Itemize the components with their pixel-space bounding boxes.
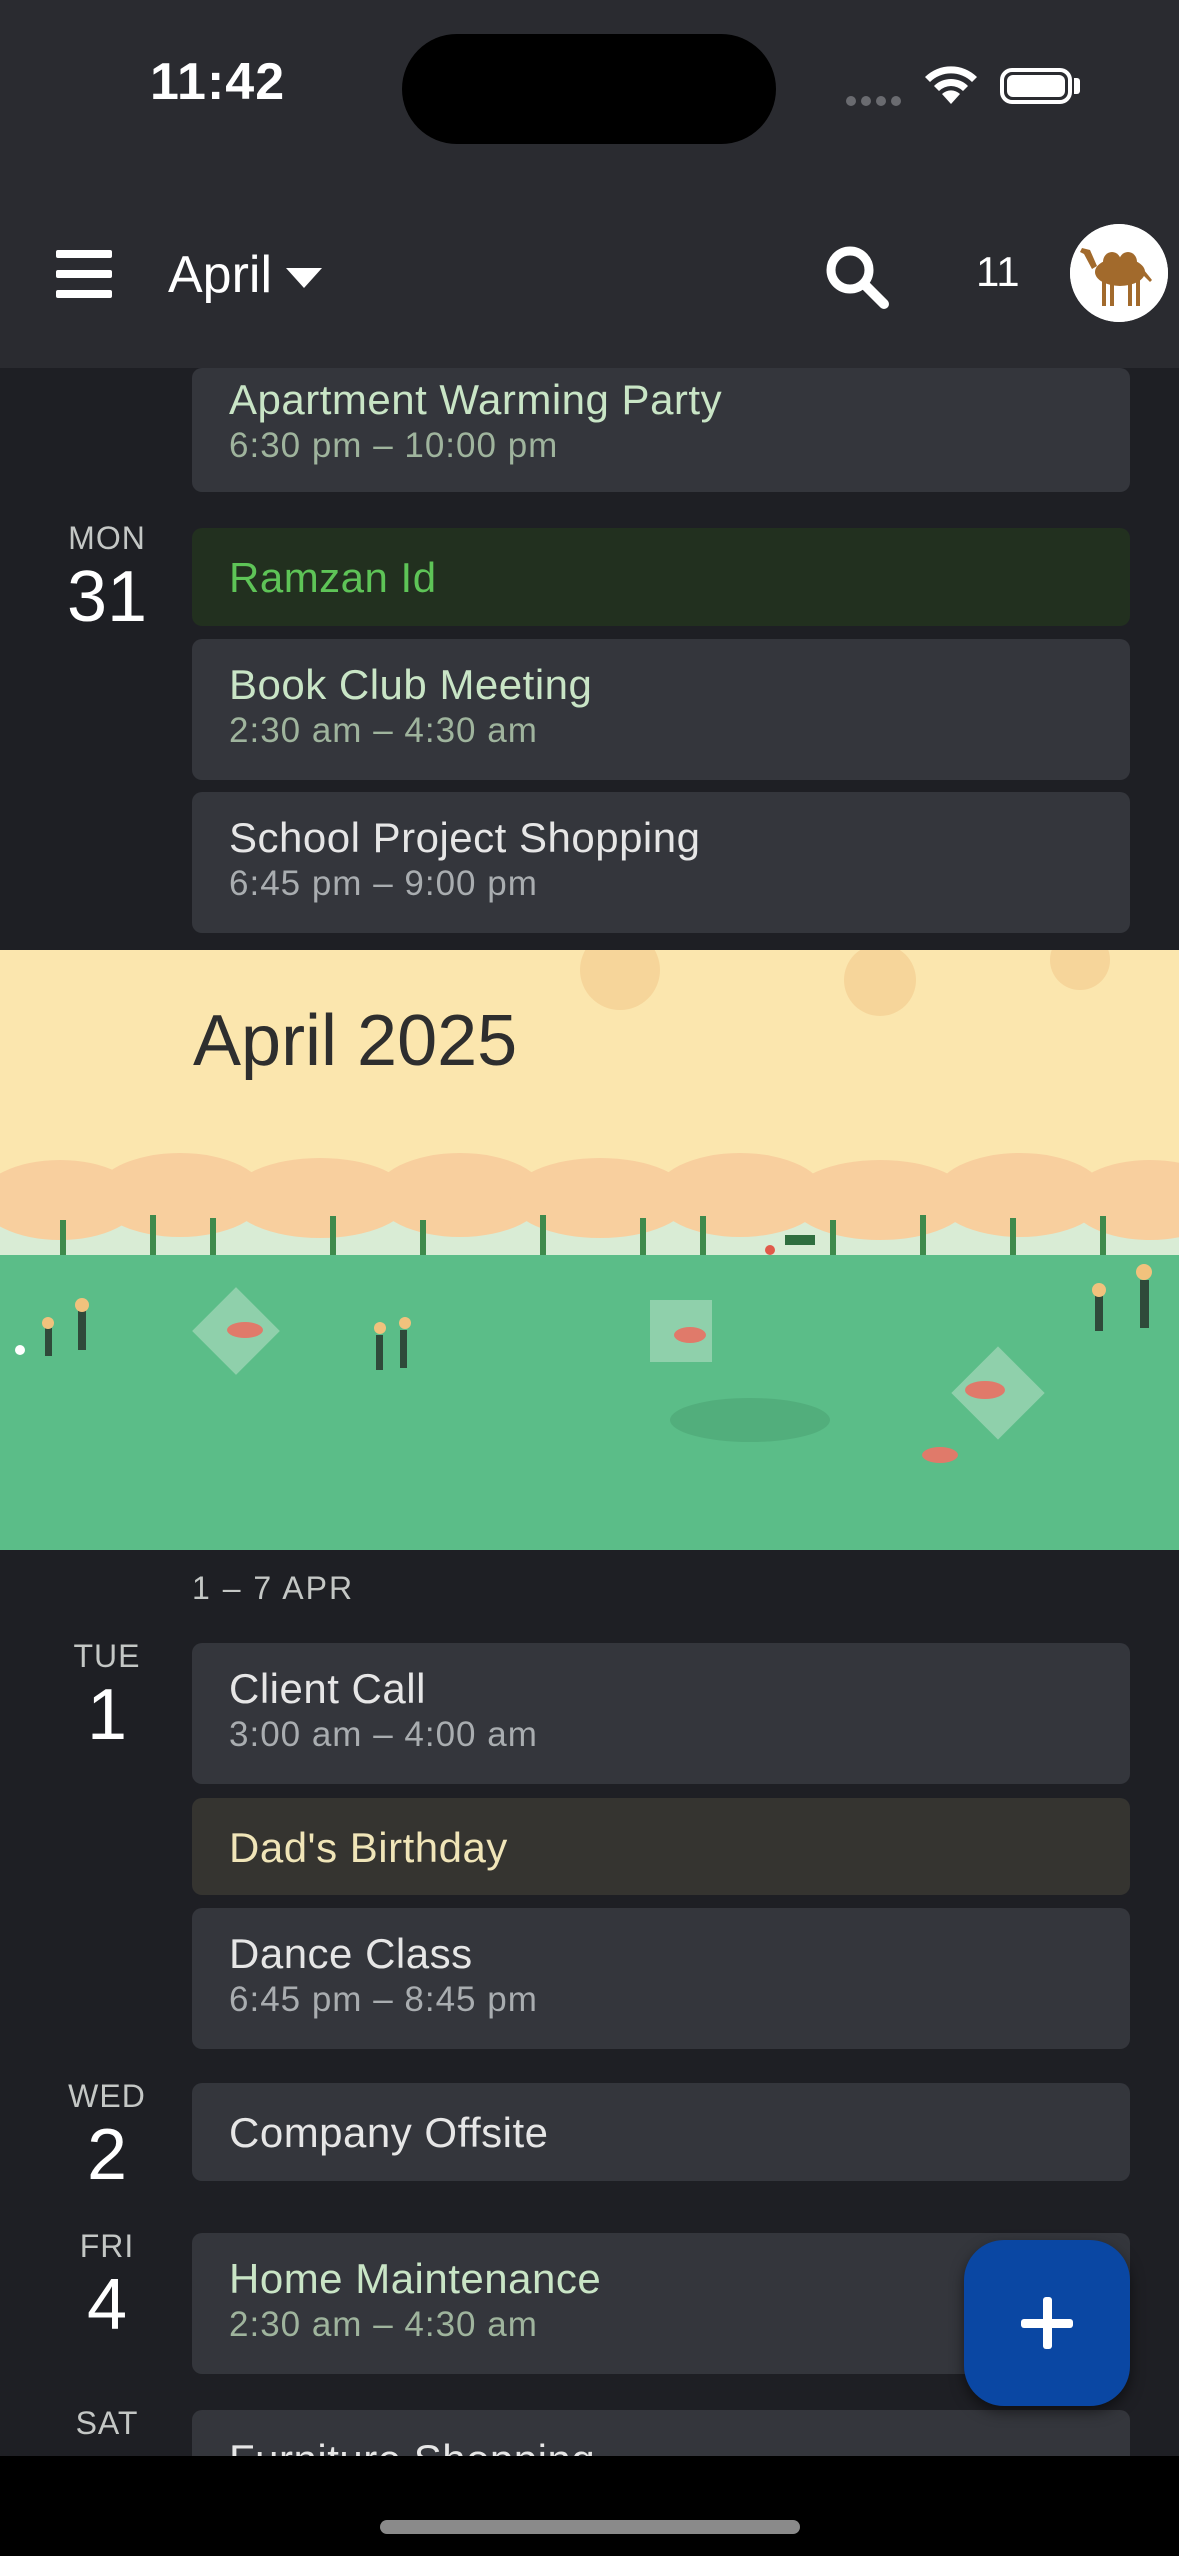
event-card[interactable]: School Project Shopping 6:45 pm – 9:00 p…: [192, 792, 1130, 933]
battery-tip: [1074, 78, 1080, 94]
week-range-label: 1 – 7 APR: [192, 1570, 355, 1606]
day-label-fri-4: FRI 4: [53, 2228, 161, 2341]
event-title: Book Club Meeting: [229, 661, 593, 708]
month-banner: [0, 950, 1179, 1550]
day-of-week: MON: [68, 520, 146, 556]
today-count[interactable]: 11: [976, 248, 1020, 296]
event-title: School Project Shopping: [229, 814, 701, 861]
month-label: April: [168, 246, 273, 304]
day-number: 4: [86, 2265, 128, 2345]
spring-park-illustration: [0, 950, 1179, 1550]
month-selector-button[interactable]: April: [168, 240, 323, 310]
event-card[interactable]: Apartment Warming Party 6:30 pm – 10:00 …: [192, 368, 1130, 492]
day-number: 1: [86, 1675, 128, 1755]
day-of-week: FRI: [79, 2228, 135, 2264]
cellular-signal-icon: [846, 93, 906, 111]
event-title: Ramzan Id: [229, 554, 437, 601]
search-icon[interactable]: [822, 242, 890, 310]
day-of-week: WED: [68, 2078, 146, 2114]
status-time: 11:42: [150, 53, 286, 111]
home-indicator-area: [0, 2456, 1179, 2556]
create-event-button[interactable]: [964, 2240, 1130, 2406]
schedule-list[interactable]: Apartment Warming Party 6:30 pm – 10:00 …: [0, 368, 1179, 2456]
event-card[interactable]: Furniture Shopping: [192, 2410, 1130, 2456]
camel-avatar-image: [1070, 224, 1168, 322]
event-card[interactable]: Company Offsite: [192, 2083, 1130, 2181]
day-label-tue-1: TUE 1: [53, 1638, 161, 1751]
event-title: Apartment Warming Party: [229, 376, 723, 423]
event-title: Furniture Shopping: [229, 2436, 1130, 2456]
month-banner-title: April 2025: [193, 1001, 518, 1081]
day-of-week: TUE: [73, 1638, 141, 1674]
day-number: 2: [86, 2115, 128, 2195]
day-label-wed-2: WED 2: [53, 2078, 161, 2191]
birthday-card[interactable]: Dad's Birthday: [192, 1798, 1130, 1895]
event-time: 6:45 pm – 9:00 pm: [229, 864, 538, 903]
avatar[interactable]: [1070, 224, 1168, 322]
chevron-down-icon: [286, 268, 323, 288]
event-title: Client Call: [229, 1665, 426, 1712]
day-of-week: SAT: [75, 2405, 139, 2441]
event-card[interactable]: Client Call 3:00 am – 4:00 am: [192, 1643, 1130, 1784]
event-card[interactable]: Book Club Meeting 2:30 am – 4:30 am: [192, 639, 1130, 780]
menu-icon[interactable]: [56, 250, 112, 298]
event-card[interactable]: Dance Class 6:45 pm – 8:45 pm: [192, 1908, 1130, 2049]
day-number: 31: [66, 557, 148, 637]
event-title: Dance Class: [229, 1930, 473, 1977]
holiday-card[interactable]: Ramzan Id: [192, 528, 1130, 626]
day-label-sat: SAT: [53, 2405, 161, 2442]
dynamic-island: [402, 34, 776, 144]
event-title: Dad's Birthday: [229, 1824, 508, 1871]
battery-icon: [1000, 68, 1072, 104]
event-time: 3:00 am – 4:00 am: [229, 1715, 538, 1754]
event-time: 2:30 am – 4:30 am: [229, 711, 538, 750]
event-time: 6:45 pm – 8:45 pm: [229, 1980, 538, 2019]
event-title: Company Offsite: [229, 2109, 549, 2156]
day-label-mon-31: MON 31: [53, 520, 161, 633]
home-indicator[interactable]: [380, 2520, 800, 2534]
wifi-icon: [925, 66, 977, 104]
event-time: 6:30 pm – 10:00 pm: [229, 426, 559, 465]
